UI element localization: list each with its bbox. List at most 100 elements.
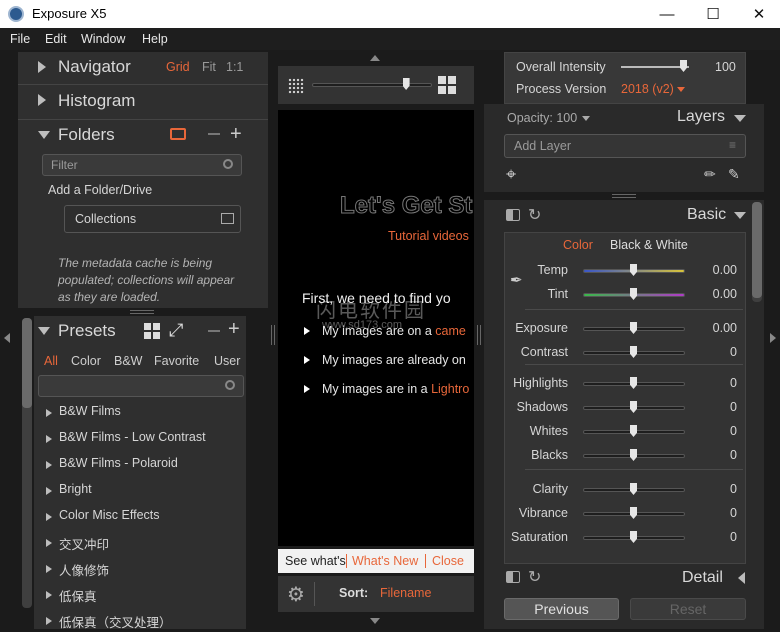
crop-icon[interactable]: ⌖ <box>506 164 516 185</box>
panel-resize-handle[interactable] <box>612 194 636 198</box>
menu-edit[interactable]: Edit <box>45 32 67 46</box>
preset-item[interactable]: B&W Films <box>44 404 240 424</box>
chevron-down-icon[interactable] <box>734 212 746 219</box>
slider-thumb[interactable] <box>630 401 637 413</box>
option-lightroom[interactable]: My images are in a Lightro <box>304 382 469 396</box>
navigator-fit[interactable]: Fit <box>202 60 216 74</box>
close-button[interactable]: ✕ <box>736 0 780 28</box>
presets-scrollbar[interactable] <box>22 318 32 608</box>
tab-user[interactable]: User <box>214 354 240 368</box>
reset-icon[interactable]: ↻ <box>528 567 541 587</box>
preset-item[interactable]: 低保真（交叉处理） <box>44 612 240 632</box>
menu-icon[interactable]: ≡ <box>729 138 736 152</box>
reset-icon[interactable]: ↻ <box>528 205 541 225</box>
tab-bw[interactable]: B&W <box>114 354 142 368</box>
previous-button[interactable]: Previous <box>504 598 619 620</box>
search-icon <box>225 380 235 390</box>
collapse-left-icon[interactable] <box>4 333 10 343</box>
intensity-slider[interactable] <box>621 66 689 68</box>
navigator-one-to-one[interactable]: 1:1 <box>226 60 243 74</box>
large-grid-icon[interactable] <box>438 76 456 94</box>
thumbnail-size-slider[interactable] <box>312 83 432 87</box>
preset-item[interactable]: B&W Films - Low Contrast <box>44 430 240 450</box>
tutorial-link[interactable]: Tutorial videos <box>388 229 469 243</box>
slider-label: Highlights <box>513 376 568 390</box>
left-resize-handle[interactable] <box>271 325 275 345</box>
chevron-down-icon <box>582 116 590 121</box>
panel-resize-handle[interactable] <box>130 310 154 314</box>
tab-all[interactable]: All <box>44 354 58 368</box>
slider-thumb[interactable] <box>630 377 637 389</box>
slider-thumb[interactable] <box>630 483 637 495</box>
slider-label: Shadows <box>516 400 568 414</box>
before-after-icon[interactable] <box>506 209 520 221</box>
minus-icon[interactable] <box>208 133 220 135</box>
reset-button[interactable]: Reset <box>630 598 746 620</box>
eraser-icon[interactable]: ✏ <box>704 166 716 183</box>
maximize-button[interactable]: ☐ <box>690 0 736 28</box>
preset-item[interactable]: Color Misc Effects <box>44 508 240 528</box>
plus-icon[interactable]: + <box>230 124 242 144</box>
slider-thumb[interactable] <box>630 264 637 276</box>
slider-thumb[interactable] <box>630 531 637 543</box>
slider-thumb[interactable] <box>402 78 410 90</box>
collapse-right-icon[interactable] <box>770 333 776 343</box>
preset-item[interactable]: B&W Films - Polaroid <box>44 456 240 476</box>
slider-value: 0 <box>730 506 737 520</box>
collections-button[interactable]: Collections <box>64 205 241 233</box>
navigator-grid[interactable]: Grid <box>166 60 190 74</box>
preset-item[interactable]: Bright <box>44 482 240 502</box>
grid-view-icon[interactable] <box>144 323 160 339</box>
slider-thumb[interactable] <box>630 449 637 461</box>
chevron-down-icon[interactable] <box>734 115 746 122</box>
minus-icon[interactable] <box>208 330 220 332</box>
preset-item[interactable]: 交叉冲印 <box>44 534 240 554</box>
collapse-bottom-icon[interactable] <box>370 618 380 624</box>
before-after-icon[interactable] <box>506 571 520 583</box>
plus-icon[interactable]: + <box>228 319 240 339</box>
process-version-dropdown[interactable]: 2018 (v2) <box>621 82 674 96</box>
preset-item[interactable]: 人像修饰 <box>44 560 240 580</box>
scrollbar-thumb[interactable] <box>22 318 32 408</box>
folder-add-icon[interactable] <box>170 128 186 140</box>
slider-thumb[interactable] <box>630 322 637 334</box>
minimize-button[interactable]: — <box>644 0 690 28</box>
slider-thumb[interactable] <box>630 425 637 437</box>
collapse-top-icon[interactable] <box>370 55 380 61</box>
sort-value[interactable]: Filename <box>380 586 431 600</box>
tab-color-mode[interactable]: Color <box>563 238 593 252</box>
scrollbar-thumb[interactable] <box>752 202 762 298</box>
chevron-left-icon[interactable] <box>738 572 745 584</box>
opacity-dropdown[interactable]: Opacity: 100 <box>507 111 577 125</box>
slider-value: 0.00 <box>712 287 737 301</box>
navigator-header[interactable]: Navigator Grid Fit 1:1 <box>18 52 268 84</box>
add-folder-link[interactable]: Add a Folder/Drive <box>48 183 152 197</box>
adjust-scrollbar[interactable] <box>752 202 762 302</box>
play-icon <box>304 356 310 364</box>
gear-icon[interactable]: ⚙ <box>287 582 305 607</box>
expand-view-icon[interactable]: ⤢ <box>169 320 183 341</box>
menu-file[interactable]: File <box>10 32 30 46</box>
tab-favorite[interactable]: Favorite <box>154 354 199 368</box>
brush-icon[interactable]: ✎ <box>728 166 740 183</box>
menu-window[interactable]: Window <box>81 32 125 46</box>
add-layer-field[interactable]: Add Layer ≡ <box>504 134 746 158</box>
tab-color[interactable]: Color <box>71 354 101 368</box>
chevron-down-icon <box>677 87 685 92</box>
slider-thumb[interactable] <box>630 346 637 358</box>
option-already-on[interactable]: My images are already on <box>304 353 466 367</box>
slider-thumb[interactable] <box>680 60 687 72</box>
slider-thumb[interactable] <box>630 507 637 519</box>
folders-filter[interactable]: Filter <box>42 154 242 176</box>
whats-new-link[interactable]: What's New <box>352 554 418 568</box>
menu-help[interactable]: Help <box>142 32 168 46</box>
folders-header[interactable]: Folders + <box>18 120 268 150</box>
small-grid-icon[interactable] <box>288 78 304 94</box>
histogram-header[interactable]: Histogram <box>18 86 268 118</box>
slider-thumb[interactable] <box>630 288 637 300</box>
presets-search[interactable] <box>38 375 244 397</box>
tab-black-white[interactable]: Black & White <box>610 238 688 252</box>
banner-close[interactable]: Close <box>432 554 464 568</box>
right-resize-handle[interactable] <box>477 325 481 345</box>
preset-item[interactable]: 低保真 <box>44 586 240 606</box>
